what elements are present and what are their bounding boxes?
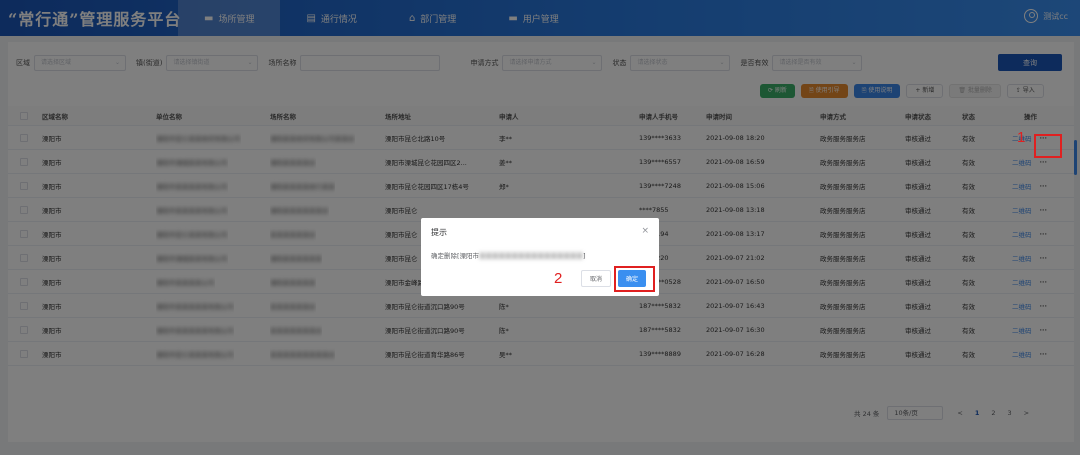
redacted-text: 某某某某某某某某某某某某某某某某 [479,252,584,260]
step-1-label: 1 [1017,129,1026,146]
cancel-button[interactable]: 取消 [581,270,611,287]
close-icon[interactable]: × [641,226,649,236]
dialog-message: 确定删除[溧阳市某某某某某某某某某某某某某某某某] [431,252,586,260]
step-2-highlight [614,266,655,292]
step-2-label: 2 [554,270,563,287]
dialog-title: 提示 [431,228,447,237]
step-1-highlight [1034,134,1062,158]
